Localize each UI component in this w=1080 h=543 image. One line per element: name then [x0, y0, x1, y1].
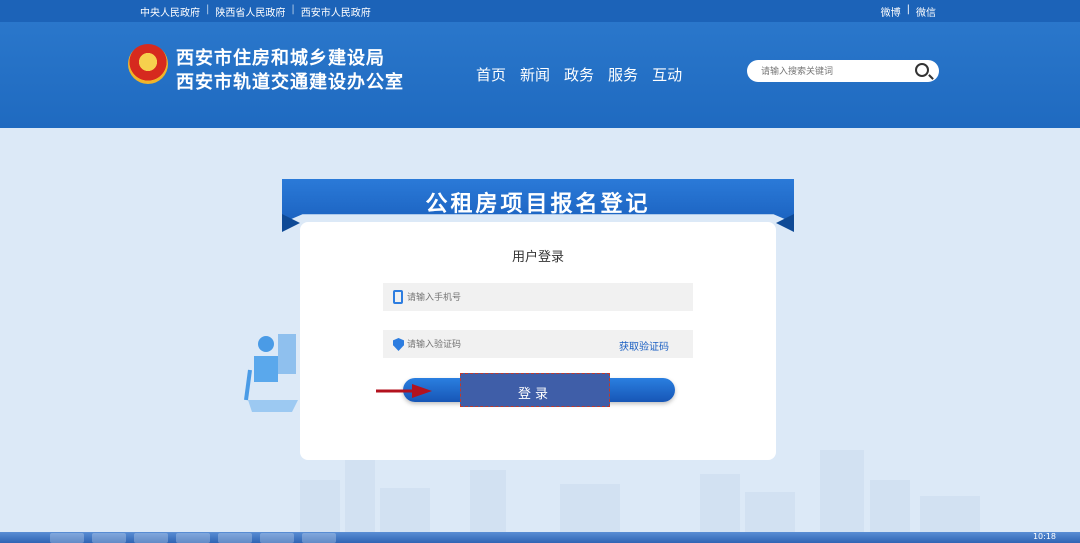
top-strip: 中央人民政府 | 陕西省人民政府 | 西安市人民政府 微博 | 微信 [0, 0, 1080, 22]
search-box [747, 60, 939, 82]
nav-affairs[interactable]: 政务 [564, 64, 594, 85]
nav-home[interactable]: 首页 [476, 64, 506, 85]
taskbar-app-icon[interactable] [176, 533, 210, 543]
search-input[interactable] [761, 63, 911, 79]
verification-code-input[interactable] [407, 337, 607, 351]
gov-link-xian[interactable]: 西安市人民政府 [301, 4, 371, 19]
taskbar-browser-icon[interactable] [134, 533, 168, 543]
taskbar-app-icon[interactable] [260, 533, 294, 543]
nav-services[interactable]: 服务 [608, 64, 638, 85]
site-title-line2: 西安市轨道交通建设办公室 [176, 72, 404, 93]
main-nav: 首页 新闻 政务 服务 互动 [476, 64, 682, 85]
weibo-link[interactable]: 微博 [881, 4, 901, 19]
windows-taskbar: 10:18 [0, 532, 1080, 543]
taskbar-app-icon[interactable] [92, 533, 126, 543]
login-button[interactable]: 登录 [460, 373, 610, 407]
search-icon[interactable] [915, 63, 929, 77]
login-card: 用户登录 获取验证码 登录 [300, 222, 776, 460]
wechat-link[interactable]: 微信 [916, 4, 936, 19]
gov-link-shaanxi[interactable]: 陕西省人民政府 [215, 4, 285, 19]
code-field: 获取验证码 [383, 330, 693, 358]
phone-icon [393, 290, 403, 304]
taskbar-app-icon[interactable] [302, 533, 336, 543]
site-header: 西安市住房和城乡建设局 西安市轨道交通建设办公室 首页 新闻 政务 服务 互动 [0, 22, 1080, 128]
site-title-line1: 西安市住房和城乡建设局 [176, 48, 385, 69]
red-arrow-icon [376, 384, 432, 398]
page-banner: 公租房项目报名登记 [282, 179, 794, 223]
taskbar-app-icon[interactable] [218, 533, 252, 543]
login-title: 用户登录 [511, 250, 564, 265]
nav-interact[interactable]: 互动 [652, 64, 682, 85]
national-emblem-icon [128, 44, 168, 84]
gov-links: 中央人民政府 | 陕西省人民政府 | 西安市人民政府 [140, 4, 371, 19]
taskbar-app-icon[interactable] [50, 533, 84, 543]
shield-icon [393, 338, 404, 351]
gov-link-central[interactable]: 中央人民政府 [140, 4, 200, 19]
phone-field [383, 283, 693, 311]
social-links: 微博 | 微信 [880, 4, 936, 19]
nav-news[interactable]: 新闻 [520, 64, 550, 85]
taskbar-clock: 10:18 [1032, 532, 1056, 541]
phone-input[interactable] [407, 290, 607, 304]
get-code-button[interactable]: 获取验证码 [619, 338, 669, 353]
